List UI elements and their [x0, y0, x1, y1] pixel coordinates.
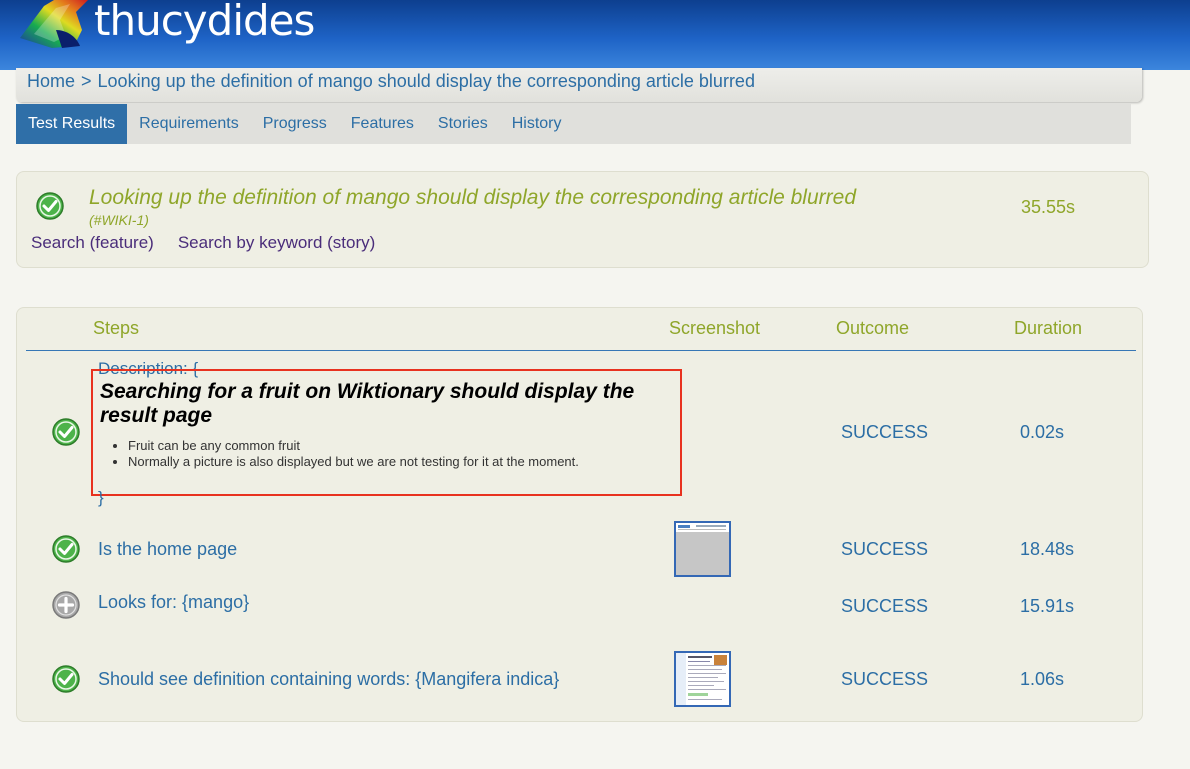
step-duration: 0.02s	[1020, 422, 1065, 442]
steps-column-header: Steps	[93, 318, 140, 338]
outcome-column-header: Outcome	[836, 318, 910, 338]
list-item: Fruit can be any common fruit	[128, 438, 672, 454]
breadcrumb-home-link[interactable]: Home	[27, 71, 75, 91]
app-header: thucydides	[0, 0, 1190, 70]
step-description: Is the home page	[98, 539, 238, 559]
description-close: }	[98, 488, 104, 507]
step-outcome: SUCCESS	[841, 422, 929, 442]
duration-column-header: Duration	[1014, 318, 1083, 338]
story-tag-link[interactable]: Search by keyword (story)	[178, 233, 375, 252]
check-circle-icon	[35, 191, 65, 221]
step-description: Should see definition containing words: …	[98, 669, 560, 689]
breadcrumb-current: Looking up the definition of mango shoul…	[97, 71, 755, 91]
header-divider	[26, 350, 1136, 351]
tag-links: Search (feature) Search by keyword (story…	[31, 233, 399, 253]
step-description[interactable]: Looks for: {mango}	[98, 592, 249, 613]
tab-history[interactable]: History	[500, 104, 574, 144]
step-outcome: SUCCESS	[841, 596, 929, 616]
screenshot-thumbnail[interactable]	[674, 651, 731, 707]
test-summary-panel: Looking up the definition of mango shoul…	[16, 171, 1149, 268]
tab-bar: Test Results Requirements Progress Featu…	[16, 104, 1131, 144]
test-duration: 35.55s	[1021, 197, 1076, 217]
screenshot-thumbnail[interactable]	[674, 521, 731, 577]
breadcrumb-separator: >	[81, 71, 92, 91]
tab-requirements[interactable]: Requirements	[127, 104, 251, 144]
list-item: Normally a picture is also displayed but…	[128, 454, 672, 470]
test-id: (#WIKI-1)	[89, 212, 149, 228]
step-outcome: SUCCESS	[841, 669, 929, 689]
step-outcome: SUCCESS	[841, 539, 929, 559]
test-title: Looking up the definition of mango shoul…	[89, 186, 856, 209]
check-circle-icon	[51, 664, 81, 699]
tab-features[interactable]: Features	[339, 104, 426, 144]
screenshot-column-header: Screenshot	[669, 318, 761, 338]
description-highlight-box: Searching for a fruit on Wiktionary shou…	[91, 369, 682, 496]
description-heading: Searching for a fruit on Wiktionary shou…	[100, 380, 635, 427]
breadcrumb: Home > Looking up the definition of mango …	[16, 68, 1142, 102]
step-duration: 1.06s	[1020, 669, 1065, 689]
check-circle-icon	[51, 417, 81, 452]
steps-panel: Steps Screenshot Outcome Duration Descri…	[16, 307, 1143, 722]
tab-stories[interactable]: Stories	[426, 104, 500, 144]
step-duration: 18.48s	[1020, 539, 1075, 559]
feature-tag-link[interactable]: Search (feature)	[31, 233, 154, 252]
tab-test-results[interactable]: Test Results	[16, 104, 128, 144]
check-circle-icon	[51, 534, 81, 569]
plus-circle-icon	[51, 590, 81, 625]
tab-progress[interactable]: Progress	[251, 104, 339, 144]
step-duration: 15.91s	[1020, 596, 1075, 616]
thucydides-logo-icon	[14, 0, 92, 50]
description-list: Fruit can be any common fruit Normally a…	[100, 438, 672, 470]
app-name: thucydides	[94, 0, 315, 45]
